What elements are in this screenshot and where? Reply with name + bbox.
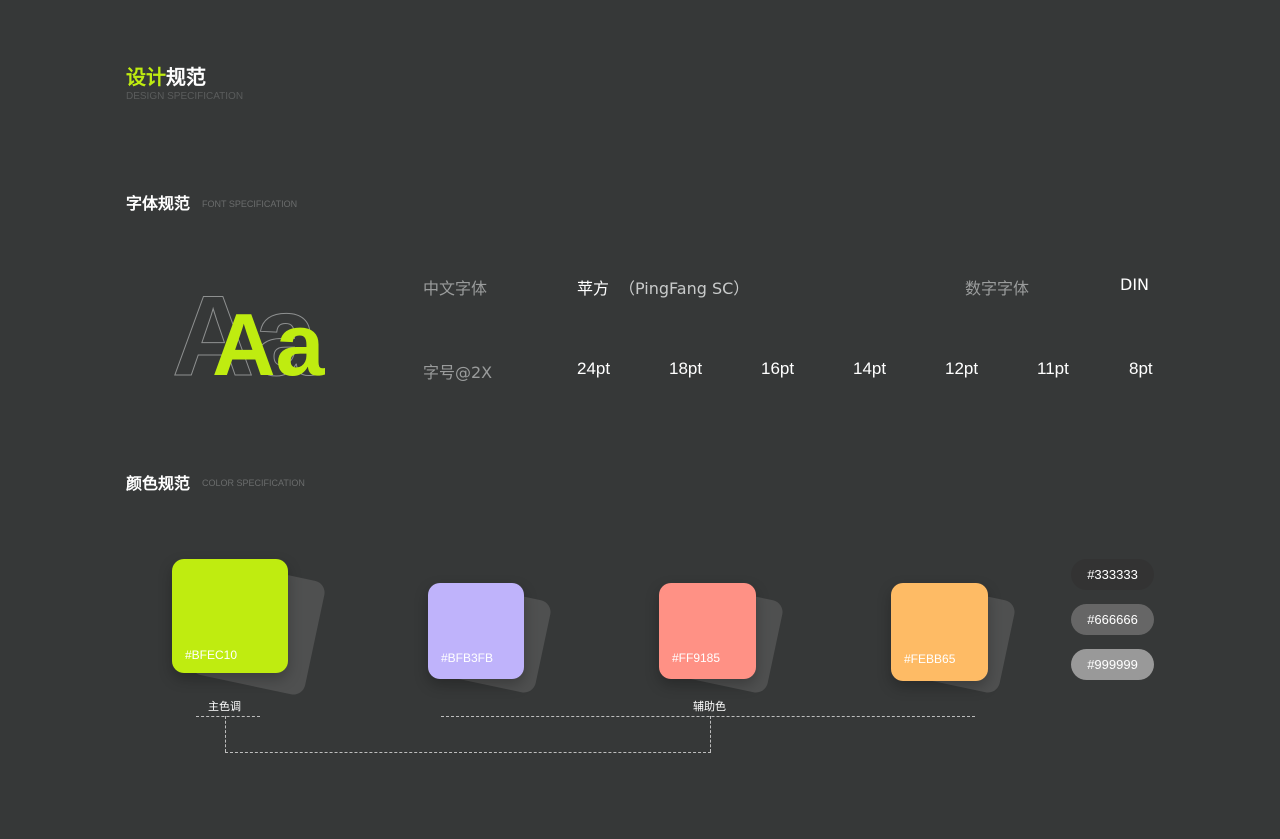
primary-bracket-line [196,716,260,717]
color-section-subtitle: COLOR SPECIFICATION [202,478,305,488]
font-sample: Aa Aa [172,273,326,393]
page-subtitle: DESIGN SPECIFICATION [126,91,244,102]
font-size-16: 16pt [761,359,795,378]
font-section-subtitle: FONT SPECIFICATION [202,199,298,209]
gray-pill-dark: #333333 [1071,559,1154,590]
page-title-accent: 设计 [126,65,166,89]
swatch-secondary-3 [891,583,988,681]
font-sample-filled: Aa [212,295,326,392]
primary-color-caption: 主色调 [208,700,241,713]
font-size-14: 14pt [853,359,887,378]
gray-pill-dark-hex: #333333 [1087,567,1138,582]
swatch-primary-hex: #BFEC10 [185,648,238,662]
number-font-name: DIN [1120,275,1150,294]
chinese-font-detail: （PingFang SC） [619,279,750,298]
connector-left [225,716,226,752]
color-section-title: 颜色规范 [126,474,191,493]
font-size-label: 字号@2X [423,363,493,382]
font-section-title: 字体规范 [126,194,191,213]
font-size-18: 18pt [669,359,703,378]
secondary-bracket-line [441,716,975,717]
page-title-rest: 规范 [166,65,206,89]
connector-bottom [225,752,711,753]
number-font-label: 数字字体 [965,279,1030,298]
font-size-24: 24pt [577,359,611,378]
gray-pill-light-hex: #999999 [1087,657,1138,672]
connector-right [710,716,711,752]
swatch-secondary-1-hex: #BFB3FB [441,651,494,665]
gray-pill-mid-hex: #666666 [1087,612,1138,627]
chinese-font-name: 苹方 [577,279,610,298]
swatch-secondary-3-hex: #FEBB65 [904,652,956,666]
font-size-8: 8pt [1129,359,1153,378]
gray-pill-mid: #666666 [1071,604,1154,635]
font-size-11: 11pt [1037,359,1069,378]
secondary-color-caption: 辅助色 [693,700,726,713]
page-title: 设计规范 [126,61,206,90]
swatch-secondary-2-hex: #FF9185 [672,651,721,665]
gray-pill-light: #999999 [1071,649,1154,680]
font-size-12: 12pt [945,359,979,378]
chinese-font-label: 中文字体 [423,279,488,298]
